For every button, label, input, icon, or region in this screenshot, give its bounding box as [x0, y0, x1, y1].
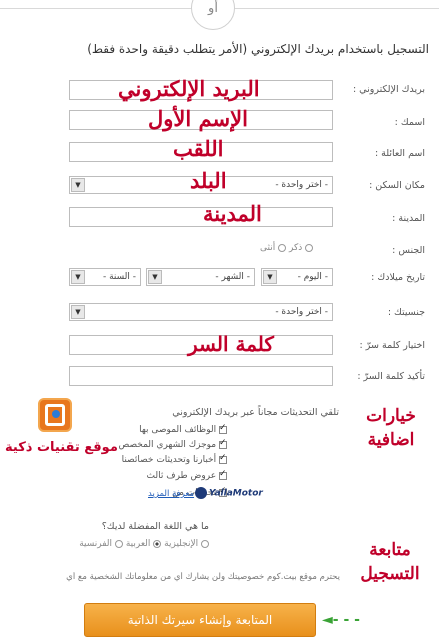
language-ar-radio[interactable]: [153, 539, 162, 548]
page-heading: التسجيل باستخدام بريدك الإلكتروني (الأمر…: [87, 42, 429, 56]
first-name-hint: الإسم الأول: [148, 106, 248, 131]
city-hint: المدينة: [203, 201, 262, 226]
gender-male-label: ذكر: [288, 243, 303, 253]
password-label: اختيار كلمة سرّ :: [359, 340, 425, 351]
gender-label: الجنس :: [392, 245, 425, 256]
continue-registration-note: متابعة التسجيل: [360, 540, 420, 584]
yallamotor-logo: YallaMotor: [195, 487, 263, 499]
first-name-label: اسمك :: [394, 117, 425, 128]
country-label: مكان السكن :: [369, 180, 425, 191]
chevron-down-icon: ▼: [71, 305, 85, 319]
last-name-hint: اللقب: [173, 136, 224, 161]
confirm-password-label: تأكيد كلمة السرّ :: [357, 371, 425, 382]
nationality-label: جنسيتك :: [387, 307, 425, 318]
chevron-down-icon: ▼: [71, 178, 85, 192]
site-logo-icon: [38, 398, 72, 432]
updates-title: تلقي التحديثات مجاناً عبر بريدك الإلكترو…: [172, 407, 339, 418]
confirm-password-field[interactable]: [69, 366, 333, 386]
or-separator: أو: [191, 0, 235, 30]
update-item[interactable]: موجزك الشهري المخصص: [118, 438, 227, 450]
chevron-down-icon: ▼: [71, 270, 85, 284]
extra-options-note: خيارات اضافية: [366, 406, 416, 450]
email-hint: البريد الإلكتروني: [118, 76, 260, 101]
gender-female-radio[interactable]: [278, 243, 287, 252]
birth-month-select[interactable]: - الشهر - ▼: [146, 268, 255, 286]
language-fr-radio[interactable]: [114, 539, 123, 548]
city-field[interactable]: [69, 207, 333, 227]
language-question: ما هي اللغة المفضلة لديك؟: [101, 521, 209, 532]
checkbox[interactable]: [219, 469, 227, 480]
birth-day-select[interactable]: - اليوم - ▼: [261, 268, 333, 286]
language-options: الإنجليزية العربية الفرنسية: [79, 539, 209, 549]
birth-label: تاريخ ميلادك :: [371, 272, 425, 283]
last-name-label: اسم العائلة :: [374, 148, 425, 159]
update-item[interactable]: الوظائف الموصى بها: [139, 423, 227, 435]
gender-female-label: أنثى: [260, 243, 276, 253]
nationality-select[interactable]: - اختر واحدة - ▼: [69, 303, 333, 321]
gender-options: ذكر أنثى: [260, 243, 314, 253]
update-item[interactable]: أخبارنا وتحديثات خصائصنا: [122, 453, 227, 465]
city-label: المدينة :: [392, 213, 425, 224]
gender-male-radio[interactable]: [305, 243, 314, 252]
continue-button[interactable]: المتابعة وإنشاء سيرتك الذاتية: [84, 603, 316, 637]
learn-more-link[interactable]: معرفة المزيد: [148, 489, 194, 499]
birth-year-select[interactable]: - السنة - ▼: [69, 268, 141, 286]
privacy-text: يحترم موقع بيت.كوم خصوصيتك ولن يشارك أي …: [66, 572, 340, 582]
language-en-radio[interactable]: [201, 539, 209, 548]
password-hint: كلمة السر: [188, 332, 274, 356]
chevron-down-icon: ▼: [148, 270, 162, 284]
chevron-down-icon: ▼: [263, 270, 277, 284]
checkbox[interactable]: [219, 438, 227, 449]
checkbox[interactable]: [219, 453, 227, 464]
arrow-annotation: ◄- - -: [322, 612, 360, 628]
country-hint: البلد: [190, 168, 227, 193]
site-name: موقع تقنيات ذكية: [5, 440, 118, 455]
update-item[interactable]: عروض طرف ثالث: [147, 469, 227, 481]
checkbox[interactable]: [219, 423, 227, 434]
yallamotor-icon: [195, 487, 207, 499]
email-label: بريدك الإلكتروني :: [352, 84, 425, 95]
